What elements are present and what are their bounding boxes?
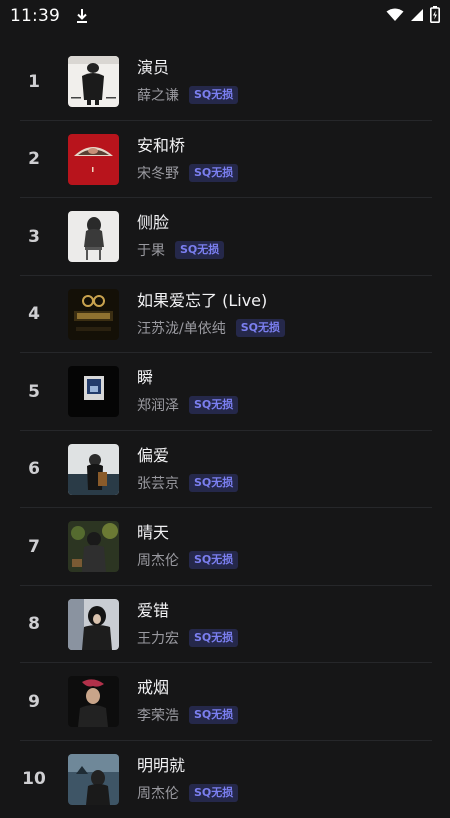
- rank-number: 1: [0, 72, 68, 92]
- album-cover[interactable]: [68, 676, 119, 727]
- song-row[interactable]: 8 爱错 王力宏 SQ无损: [0, 586, 450, 664]
- album-cover[interactable]: [68, 444, 119, 495]
- artist-name: 张芸京: [137, 473, 179, 493]
- song-title: 如果爱忘了 (Live): [137, 291, 285, 311]
- artist-name: 薛之谦: [137, 85, 179, 105]
- rank-number: 3: [0, 227, 68, 247]
- artist-name: 郑润泽: [137, 395, 179, 415]
- quality-badge: SQ无损: [189, 474, 238, 492]
- signal-icon: [410, 7, 424, 26]
- rank-number: 8: [0, 614, 68, 634]
- wifi-icon: [386, 7, 404, 26]
- song-row[interactable]: 6 偏爱 张芸京 SQ无损: [0, 431, 450, 509]
- status-time: 11:39: [10, 6, 60, 26]
- song-row[interactable]: 4 如果爱忘了 (Live) 汪苏泷/单依纯 SQ无损: [0, 276, 450, 354]
- quality-badge: SQ无损: [189, 551, 238, 569]
- artist-name: 王力宏: [137, 628, 179, 648]
- album-cover[interactable]: [68, 134, 119, 185]
- rank-number: 7: [0, 537, 68, 557]
- song-title: 戒烟: [137, 678, 238, 698]
- quality-badge: SQ无损: [189, 164, 238, 182]
- song-row[interactable]: 9 戒烟 李荣浩 SQ无损: [0, 663, 450, 741]
- album-cover[interactable]: [68, 366, 119, 417]
- quality-badge: SQ无损: [189, 706, 238, 724]
- album-cover[interactable]: [68, 521, 119, 572]
- download-icon: [74, 7, 90, 25]
- song-row[interactable]: 5 瞬 郑润泽 SQ无损: [0, 353, 450, 431]
- album-cover[interactable]: [68, 599, 119, 650]
- song-title: 晴天: [137, 523, 238, 543]
- quality-badge: SQ无损: [189, 784, 238, 802]
- song-title: 瞬: [137, 368, 238, 388]
- quality-badge: SQ无损: [189, 396, 238, 414]
- quality-badge: SQ无损: [189, 629, 238, 647]
- song-title: 偏爱: [137, 446, 238, 466]
- song-row[interactable]: 2 安和桥 宋冬野 SQ无损: [0, 121, 450, 199]
- song-title: 安和桥: [137, 136, 238, 156]
- artist-name: 汪苏泷/单依纯: [137, 318, 226, 338]
- rank-number: 4: [0, 304, 68, 324]
- artist-name: 于果: [137, 240, 165, 260]
- album-cover[interactable]: [68, 56, 119, 107]
- song-title: 侧脸: [137, 213, 224, 233]
- song-title: 爱错: [137, 601, 238, 621]
- song-row[interactable]: 1 演员 薛之谦 SQ无损: [0, 43, 450, 121]
- rank-number: 10: [0, 769, 68, 789]
- artist-name: 周杰伦: [137, 550, 179, 570]
- album-cover[interactable]: [68, 754, 119, 805]
- rank-number: 5: [0, 382, 68, 402]
- song-row[interactable]: 7 晴天 周杰伦 SQ无损: [0, 508, 450, 586]
- battery-icon: [430, 6, 440, 27]
- rank-number: 2: [0, 149, 68, 169]
- artist-name: 李荣浩: [137, 705, 179, 725]
- artist-name: 宋冬野: [137, 163, 179, 183]
- song-title: 演员: [137, 58, 238, 78]
- song-title: 明明就: [137, 756, 238, 776]
- song-list: 1 演员 薛之谦 SQ无损 2: [0, 43, 450, 818]
- song-row[interactable]: 10 明明就 周杰伦 SQ无损: [0, 741, 450, 818]
- album-cover[interactable]: [68, 211, 119, 262]
- quality-badge: SQ无损: [236, 319, 285, 337]
- quality-badge: SQ无损: [175, 241, 224, 259]
- status-bar: 11:39: [0, 0, 450, 32]
- song-row[interactable]: 3 侧脸 于果 SQ无损: [0, 198, 450, 276]
- rank-number: 6: [0, 459, 68, 479]
- quality-badge: SQ无损: [189, 86, 238, 104]
- album-cover[interactable]: [68, 289, 119, 340]
- rank-number: 9: [0, 692, 68, 712]
